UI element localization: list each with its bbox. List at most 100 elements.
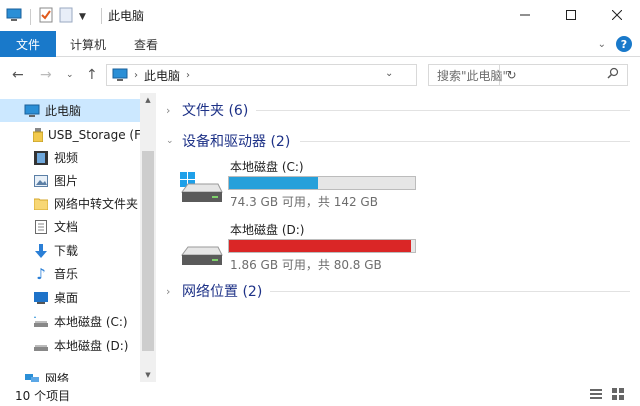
maximize-icon [566,8,576,24]
group-divider [270,291,630,292]
drive-c-info: 74.3 GB 可用，共 142 GB [230,195,378,209]
drive-c-tile[interactable]: 本地磁盘 (C:) 74.3 GB 可用，共 142 GB [178,158,438,209]
address-bar[interactable]: › 此电脑 › ⌄ ↻ [106,64,517,86]
back-arrow-icon[interactable]: ← [12,67,24,83]
tab-view[interactable]: 查看 [134,31,158,57]
documents-icon [33,219,49,235]
navigation-bar: ← → ⌄ ↑ › 此电脑 › ⌄ ↻ 搜索"此电脑" [0,57,640,93]
sidebar-item-drive-d[interactable]: 本地磁盘 (D:) [0,334,140,357]
item-count: 10 个项目 [15,389,71,403]
search-input[interactable]: 搜索"此电脑" [428,64,628,86]
sidebar-item-label: 本地磁盘 (D:) [54,339,129,353]
up-arrow-icon[interactable]: ↑ [86,67,98,83]
help-icon[interactable]: ? [616,36,632,52]
breadcrumb-separator-icon[interactable]: › [186,70,190,81]
chevron-down-icon: ⌄ [166,136,174,146]
sidebar-item-usb-storage[interactable]: USB_Storage (F [0,123,141,146]
navigation-pane: 此电脑 USB_Storage (F 视频 图片 网络中转文件夹 文档 下载 ♪… [0,93,156,382]
sidebar-item-music[interactable]: ♪ 音乐 [0,262,140,285]
sidebar-item-label: 本地磁盘 (C:) [54,315,128,329]
status-bar: 10 个项目 [0,382,640,406]
sidebar-item-label: 网络 [45,372,70,382]
breadcrumb[interactable]: 此电脑 [144,67,180,84]
window-title: 此电脑 [108,9,145,23]
group-folders[interactable]: › 文件夹 (6) [166,100,248,120]
sidebar-item-videos[interactable]: 视频 [0,146,140,169]
desktop-icon [33,290,49,306]
computer-icon [24,103,40,119]
pictures-icon [33,173,49,189]
drive-d-info: 1.86 GB 可用，共 80.8 GB [230,258,382,272]
drive-c-usage-fill [229,177,318,189]
tab-file[interactable]: 文件 [0,31,56,57]
sidebar-item-this-pc[interactable]: 此电脑 [0,99,140,122]
forward-arrow-icon[interactable]: → [40,67,52,83]
nav-scrollbar[interactable]: ▲ ▼ [140,93,156,382]
sidebar-item-label: 下载 [54,244,79,258]
group-devices[interactable]: ⌄ 设备和驱动器 (2) [166,131,290,151]
drive-c-name: 本地磁盘 (C:) [230,160,304,174]
title-bar: ▼ 此电脑 [0,0,640,31]
close-icon [611,8,623,24]
scroll-up-icon[interactable]: ▲ [140,93,156,107]
address-dropdown-icon[interactable]: ⌄ [385,68,393,79]
expand-ribbon-icon[interactable]: ⌄ [598,39,606,50]
tab-computer[interactable]: 计算机 [70,31,106,57]
minimize-icon [520,8,530,24]
ribbon-tabs: 文件 计算机 查看 ⌄ ? [0,31,640,57]
sidebar-item-drive-c[interactable]: 本地磁盘 (C:) [0,310,140,333]
minimize-button[interactable] [502,0,548,31]
download-icon [33,243,49,259]
group-devices-label: 设备和驱动器 (2) [182,134,291,150]
details-view-icon[interactable] [590,388,602,403]
windows-drive-icon [178,170,224,209]
sidebar-item-label: 桌面 [54,291,79,305]
computer-icon[interactable] [6,8,22,25]
drive-d-usage-bar [228,239,416,253]
breadcrumb-separator-icon[interactable]: › [134,70,138,81]
ribbon-controls: ⌄ ? [598,36,632,52]
folder-icon [33,196,49,212]
sidebar-item-label: USB_Storage (F [48,127,141,142]
title-divider [101,8,102,24]
group-divider [300,141,630,142]
close-button[interactable] [594,0,640,31]
sidebar-item-label: 文档 [54,220,79,234]
search-icon[interactable] [607,67,619,82]
computer-icon [112,68,128,82]
chevron-down-icon[interactable]: ▼ [79,12,86,22]
sidebar-item-downloads[interactable]: 下载 [0,239,140,262]
properties-icon[interactable] [39,7,53,26]
video-icon [33,150,49,166]
sidebar-item-label: 音乐 [54,267,79,281]
drive-d-name: 本地磁盘 (D:) [230,223,305,237]
drive-icon [33,314,49,330]
usb-drive-icon [33,127,43,143]
scroll-down-icon[interactable]: ▼ [140,368,156,382]
sidebar-item-transfer-folder[interactable]: 网络中转文件夹 [0,192,140,215]
search-placeholder: 搜索"此电脑" [437,68,509,83]
group-network[interactable]: › 网络位置 (2) [166,281,262,301]
new-folder-icon[interactable] [59,7,73,26]
sidebar-item-documents[interactable]: 文档 [0,215,140,238]
group-divider [256,110,630,111]
tiles-view-icon[interactable] [612,388,624,403]
quick-access-toolbar: ▼ [6,7,92,26]
scroll-thumb[interactable] [142,151,154,351]
chevron-right-icon: › [166,284,171,298]
music-icon: ♪ [36,264,46,283]
drive-d-usage-fill [229,240,411,252]
sidebar-item-desktop[interactable]: 桌面 [0,286,140,309]
sidebar-item-network[interactable]: 网络 [0,367,140,382]
sidebar-item-label: 此电脑 [45,104,82,118]
content-pane: › 文件夹 (6) ⌄ 设备和驱动器 (2) 本地磁盘 (C:) 74.3 GB… [160,93,640,382]
toolbar-divider [30,8,31,25]
drive-icon [178,233,224,272]
recent-locations-icon[interactable]: ⌄ [66,70,74,80]
sidebar-item-label: 图片 [54,174,79,188]
maximize-button[interactable] [548,0,594,31]
network-icon [24,371,40,382]
drive-d-tile[interactable]: 本地磁盘 (D:) 1.86 GB 可用，共 80.8 GB [178,221,438,272]
sidebar-item-pictures[interactable]: 图片 [0,169,140,192]
sidebar-item-label: 网络中转文件夹 [54,197,139,211]
